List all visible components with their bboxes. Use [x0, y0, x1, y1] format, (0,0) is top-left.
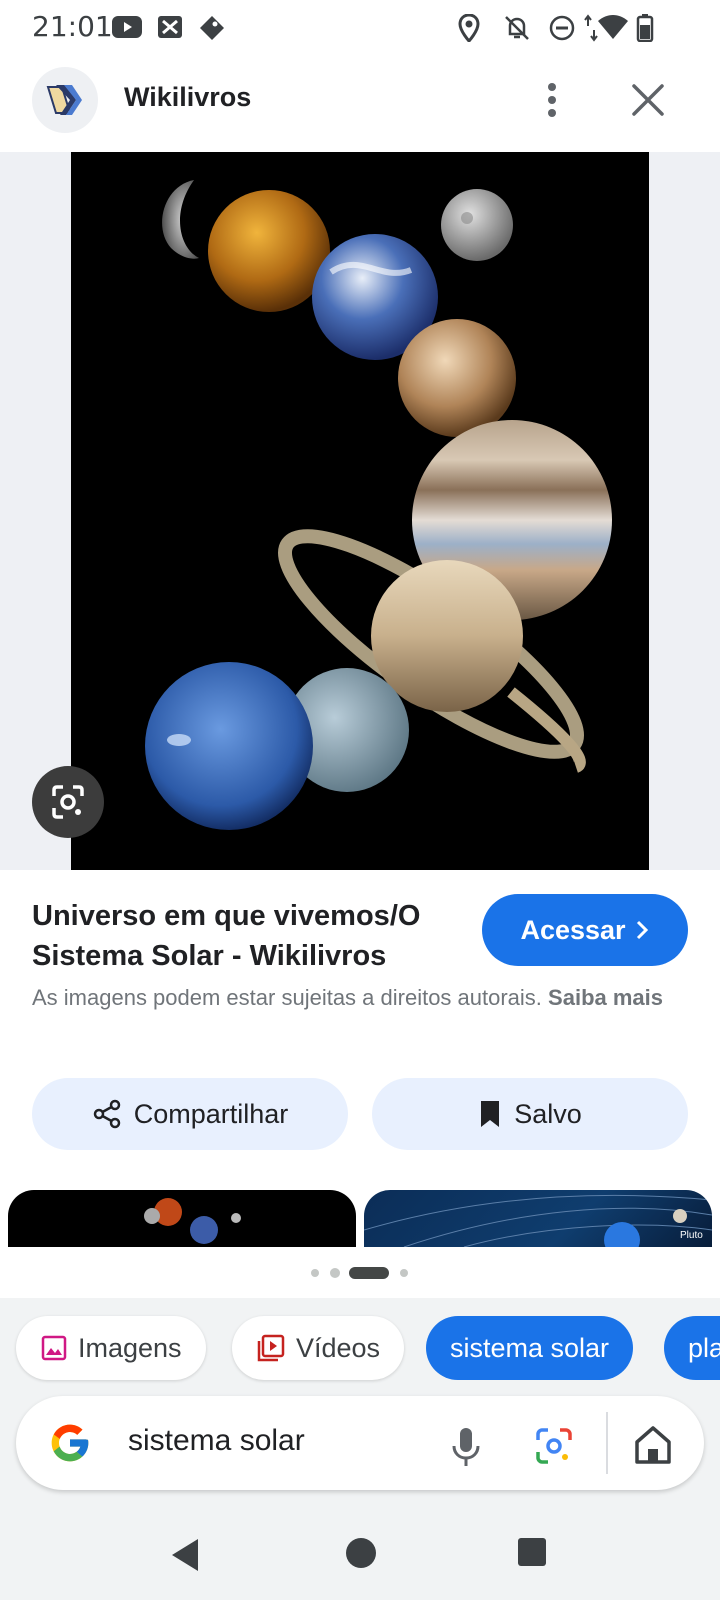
share-label: Compartilhar — [133, 1098, 289, 1129]
chip-pla-label: pla — [688, 1332, 720, 1363]
wikibooks-logo[interactable] — [32, 67, 98, 133]
chip-images-label: Imagens — [78, 1332, 182, 1363]
planets-illustration — [145, 180, 612, 830]
google-logo — [51, 1424, 89, 1462]
related-image-1[interactable] — [8, 1190, 356, 1247]
chip-sistema-solar-label: sistema solar — [450, 1332, 610, 1363]
planets-thumbnail — [144, 1198, 241, 1244]
site-name[interactable]: Wikilivros — [124, 82, 251, 113]
visit-button[interactable]: Acessar — [482, 894, 688, 966]
chip-sistema-solar[interactable]: sistema solar — [426, 1316, 634, 1380]
status-time: 21:01 — [32, 10, 113, 43]
pluto-label: Pluto — [680, 1230, 703, 1241]
chip-videos[interactable]: Vídeos — [232, 1316, 405, 1380]
mic-icon[interactable] — [442, 1422, 490, 1470]
home-icon[interactable] — [630, 1422, 676, 1468]
share-icon — [93, 1099, 120, 1129]
search-bar[interactable] — [16, 1396, 704, 1490]
lens-search-button[interactable] — [32, 766, 104, 838]
copyright-text: As imagens podem estar sujeitas a direit… — [32, 985, 542, 1010]
copyright-notice: As imagens podem estar sujeitas a direit… — [32, 982, 682, 1014]
lens-icon — [52, 785, 84, 819]
page-dot — [400, 1269, 408, 1277]
chip-videos-label: Vídeos — [296, 1332, 381, 1363]
chip-pla[interactable]: pla — [664, 1316, 720, 1380]
photos-icon — [158, 16, 182, 38]
close-button[interactable] — [626, 78, 670, 122]
page-dot — [330, 1268, 340, 1278]
solar-orbits-thumbnail — [364, 1194, 712, 1247]
video-icon — [257, 1334, 285, 1362]
viewer-header — [0, 52, 720, 152]
more-vert-icon — [548, 83, 556, 117]
bell-off-icon — [505, 16, 529, 40]
data-arrows-icon — [584, 14, 598, 42]
learn-more-link[interactable]: Saiba mais — [548, 985, 663, 1010]
bookmark-icon — [481, 1101, 500, 1127]
close-icon — [632, 84, 664, 116]
wikibooks-logo-icon — [46, 85, 82, 115]
search-divider — [606, 1412, 608, 1474]
pagination-dots — [311, 1267, 408, 1279]
search-query[interactable]: sistema solar — [128, 1424, 305, 1458]
do-not-disturb-icon — [549, 15, 575, 41]
solar-system-image[interactable] — [71, 152, 649, 870]
related-image-2[interactable] — [364, 1190, 712, 1247]
page-dot-active — [349, 1267, 389, 1279]
google-lens-icon[interactable] — [530, 1422, 578, 1470]
recents-icon[interactable] — [516, 1536, 548, 1568]
youtube-icon — [112, 16, 142, 38]
visit-button-label: Acessar — [520, 914, 626, 945]
battery-icon — [636, 14, 654, 42]
image-icon — [41, 1335, 67, 1361]
share-button[interactable]: Compartilhar — [32, 1078, 348, 1150]
saved-label: Salvo — [514, 1098, 582, 1129]
home-nav-icon[interactable] — [344, 1536, 378, 1570]
chip-images[interactable]: Imagens — [16, 1316, 206, 1380]
page-dot — [311, 1269, 319, 1277]
more-options-button[interactable] — [530, 78, 574, 122]
result-title[interactable]: Universo em que vivemos/O Sistema Solar … — [32, 896, 462, 976]
tag-icon — [200, 16, 224, 40]
location-icon — [458, 14, 480, 42]
wifi-icon — [598, 15, 628, 39]
back-icon[interactable] — [168, 1536, 202, 1574]
saved-button[interactable]: Salvo — [372, 1078, 688, 1150]
chevron-right-icon — [636, 920, 648, 940]
